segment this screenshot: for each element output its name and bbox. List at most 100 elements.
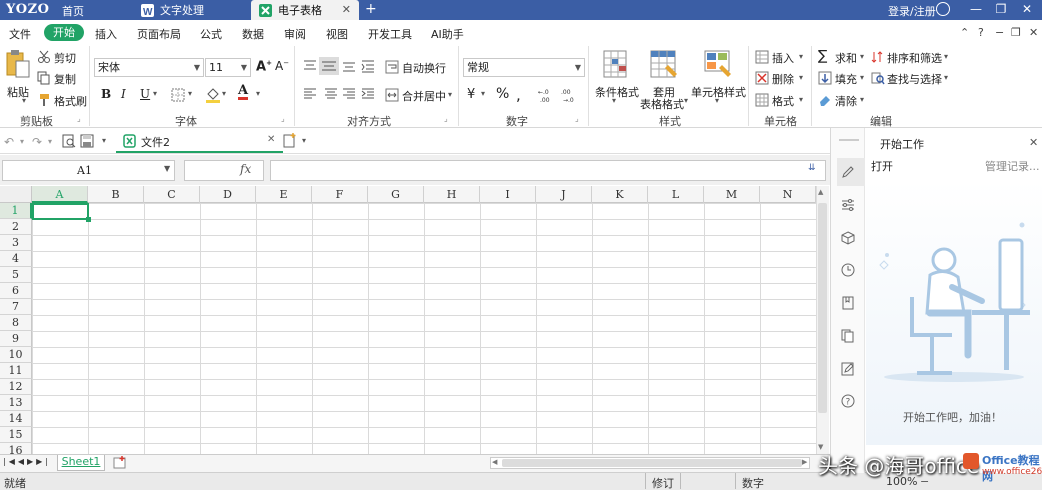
column-header[interactable]: A	[32, 186, 88, 203]
sheet-tab-sheet1[interactable]: Sheet1	[57, 455, 105, 471]
row-header[interactable]: 7	[0, 299, 32, 315]
find-select-icon[interactable]	[871, 71, 885, 88]
delete-dropdown-icon[interactable]: ▾	[799, 73, 803, 82]
cut-icon[interactable]	[37, 50, 51, 67]
currency-button[interactable]: ¥	[467, 87, 475, 102]
new-document-dropdown-icon[interactable]: ▾	[302, 136, 306, 145]
fill-button[interactable]: 填充	[835, 71, 857, 87]
panel-manage-link[interactable]: 管理记录...	[985, 158, 1040, 174]
user-avatar-icon[interactable]	[936, 2, 950, 16]
fill-handle[interactable]	[86, 217, 91, 222]
wrap-text-button[interactable]: 自动换行	[402, 60, 446, 76]
select-all-corner[interactable]	[0, 186, 32, 203]
underline-button[interactable]: U	[140, 87, 150, 101]
spreadsheet-grid[interactable]	[0, 186, 816, 454]
bold-button[interactable]: B	[101, 87, 111, 101]
paste-dropdown-icon[interactable]: ▾	[22, 96, 26, 105]
fill-icon[interactable]	[818, 71, 832, 88]
row-header[interactable]: 9	[0, 331, 32, 347]
format-painter-button[interactable]: 格式刷	[54, 93, 87, 109]
column-header[interactable]: I	[480, 186, 536, 203]
delete-cells-icon[interactable]	[755, 71, 769, 88]
column-header[interactable]: G	[368, 186, 424, 203]
column-header[interactable]: K	[592, 186, 648, 203]
status-revise[interactable]: 修订	[652, 475, 674, 490]
indent-icon[interactable]	[360, 87, 376, 104]
text-direction-icon[interactable]	[360, 59, 376, 76]
autosum-icon[interactable]: ∑	[818, 48, 827, 64]
column-header[interactable]: F	[312, 186, 368, 203]
bookmark-icon[interactable]	[841, 296, 855, 310]
ribbon-minimize-icon[interactable]: −	[995, 26, 1004, 39]
fill-color-icon[interactable]	[205, 87, 221, 106]
panel-open-link[interactable]: 打开	[871, 158, 893, 174]
align-center-icon[interactable]	[323, 87, 339, 104]
column-header[interactable]: L	[648, 186, 704, 203]
copy-button[interactable]: 复制	[54, 71, 76, 87]
row-header[interactable]: 2	[0, 219, 32, 235]
column-header[interactable]: H	[424, 186, 480, 203]
find-select-dropdown-icon[interactable]: ▾	[944, 73, 948, 82]
border-dropdown-icon[interactable]: ▾	[188, 89, 192, 98]
clear-dropdown-icon[interactable]: ▾	[860, 95, 864, 104]
menu-page-layout[interactable]: 页面布局	[137, 26, 181, 42]
insert-function-button[interactable]: fx	[240, 162, 251, 176]
print-preview-icon[interactable]	[62, 134, 76, 151]
scroll-right-icon[interactable]: ▶	[802, 458, 807, 466]
selected-cell[interactable]	[32, 203, 89, 220]
sort-filter-dropdown-icon[interactable]: ▾	[944, 52, 948, 61]
italic-button[interactable]: I	[121, 87, 126, 101]
find-select-button[interactable]: 查找与选择	[887, 71, 942, 87]
copy-icon[interactable]	[37, 71, 51, 88]
alignment-launcher-icon[interactable]: ⌟	[444, 114, 448, 123]
customize-toolbar-icon[interactable]: ▾	[102, 136, 106, 145]
restore-icon[interactable]: ❐	[994, 2, 1008, 16]
align-bottom-icon[interactable]	[341, 59, 357, 76]
row-header[interactable]: 6	[0, 283, 32, 299]
menu-review[interactable]: 审阅	[284, 26, 306, 42]
menu-file[interactable]: 文件	[9, 26, 31, 42]
menu-insert[interactable]: 插入	[95, 26, 117, 42]
underline-dropdown-icon[interactable]: ▾	[153, 89, 157, 98]
expand-formula-icon[interactable]: ⇊	[808, 163, 816, 173]
column-header[interactable]: C	[144, 186, 200, 203]
close-tab-icon[interactable]: ✕	[342, 3, 351, 16]
edit-note-icon[interactable]	[841, 362, 855, 376]
formula-input[interactable]	[270, 160, 826, 181]
horizontal-scroll-thumb[interactable]	[502, 459, 802, 467]
align-top-icon[interactable]	[302, 59, 318, 76]
name-box-dropdown-icon[interactable]: ▼	[164, 164, 170, 173]
conditional-format-button[interactable]: 条件格式	[595, 84, 639, 100]
format-dropdown-icon[interactable]: ▾	[799, 95, 803, 104]
align-middle-icon[interactable]	[319, 57, 339, 75]
wrap-text-icon[interactable]	[385, 60, 399, 77]
row-header[interactable]: 15	[0, 427, 32, 443]
row-header[interactable]: 12	[0, 379, 32, 395]
menu-data[interactable]: 数据	[242, 26, 264, 42]
redo-icon[interactable]: ↷	[32, 135, 42, 149]
merge-dropdown-icon[interactable]: ▾	[448, 90, 452, 99]
menu-home[interactable]: 开始	[44, 24, 84, 41]
insert-cells-button[interactable]: 插入	[772, 50, 794, 66]
vertical-scroll-thumb[interactable]	[818, 203, 827, 413]
autosum-button[interactable]: 求和	[835, 50, 857, 66]
row-header[interactable]: 14	[0, 411, 32, 427]
undo-dropdown-icon[interactable]: ▾	[20, 137, 24, 146]
menu-ai-assistant[interactable]: AI助手	[431, 26, 464, 42]
autosum-dropdown-icon[interactable]: ▾	[860, 52, 864, 61]
paste-icon[interactable]	[5, 49, 31, 79]
column-header[interactable]: N	[760, 186, 816, 203]
number-format-combo[interactable]: 常规 ▼	[463, 58, 585, 77]
percent-button[interactable]: %	[496, 86, 509, 102]
ribbon-restore-icon[interactable]: ❐	[1011, 26, 1021, 39]
tab-spreadsheet[interactable]: 电子表格 ✕	[251, 0, 359, 20]
decrease-decimal-icon[interactable]: .00 →.0	[561, 87, 579, 106]
row-header[interactable]: 1	[0, 203, 32, 219]
row-header[interactable]: 13	[0, 395, 32, 411]
close-doc-icon[interactable]: ✕	[267, 134, 275, 145]
clear-button[interactable]: 清除	[835, 93, 857, 109]
grow-font-icon[interactable]: A+	[256, 59, 272, 74]
save-icon[interactable]	[80, 134, 94, 151]
format-cells-icon[interactable]	[755, 93, 769, 110]
row-header[interactable]: 4	[0, 251, 32, 267]
